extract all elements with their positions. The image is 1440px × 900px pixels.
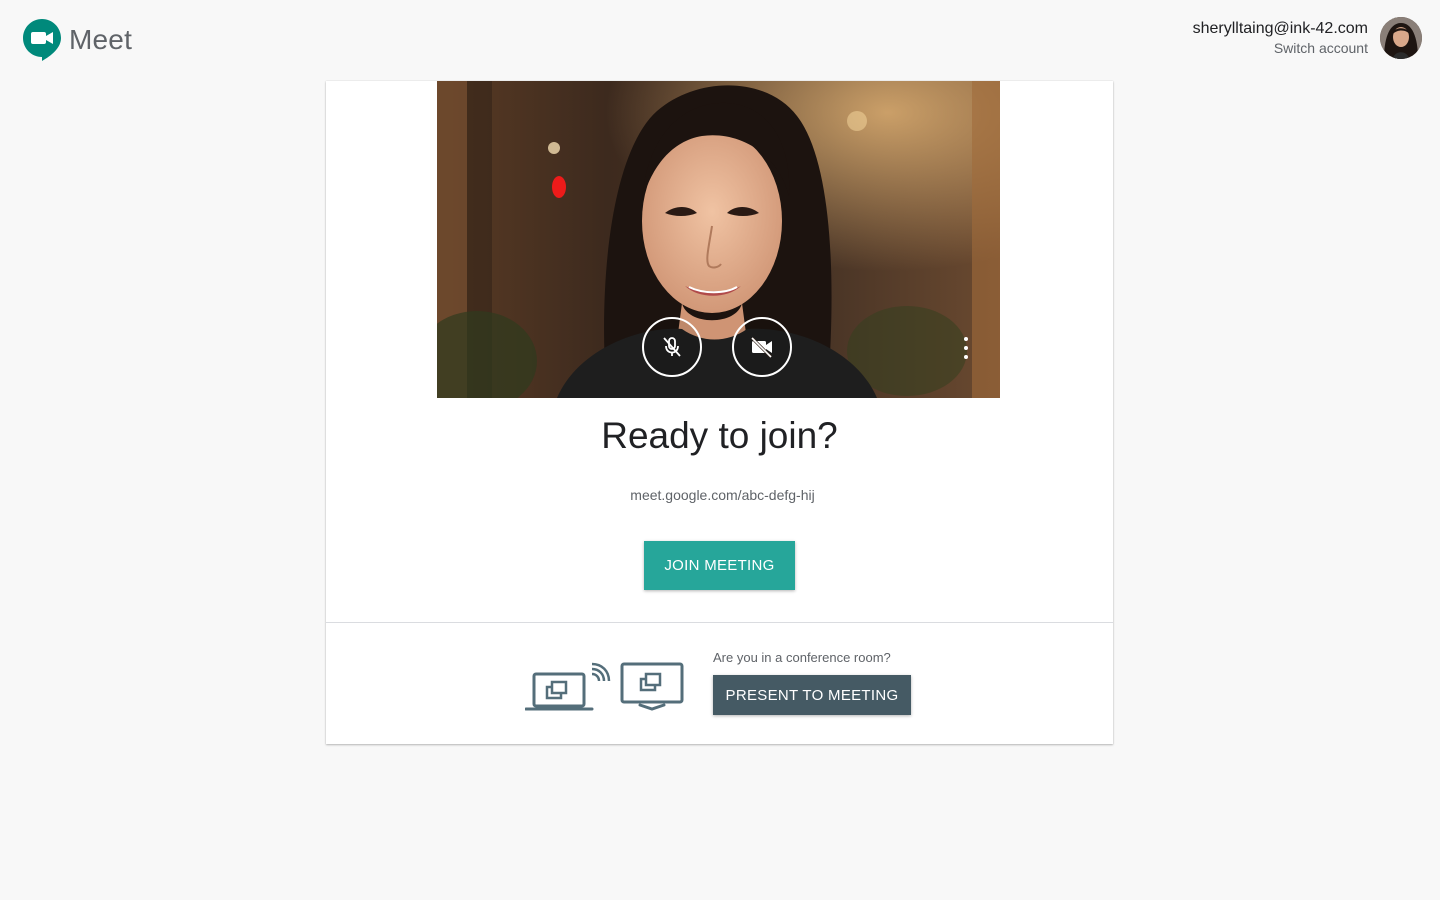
header: Meet sherylltaing@ink-42.com Switch acco…	[0, 0, 1440, 80]
ready-title: Ready to join?	[601, 415, 838, 456]
more-vert-icon	[964, 337, 968, 341]
present-to-meeting-button[interactable]: PRESENT TO MEETING	[713, 675, 911, 715]
videocam-off-icon	[750, 336, 773, 359]
self-view-image	[437, 81, 1000, 398]
app-name: Meet	[69, 24, 133, 55]
account-email: sherylltaing@ink-42.com	[1192, 20, 1368, 37]
conference-room-question: Are you in a conference room?	[713, 650, 891, 665]
more-options-button[interactable]	[958, 337, 974, 359]
avatar[interactable]	[1380, 17, 1422, 59]
meeting-url: meet.google.com/abc-defg-hij	[630, 487, 815, 503]
mic-toggle-button[interactable]	[642, 317, 702, 377]
meet-logo-icon	[23, 19, 61, 61]
camera-toggle-button[interactable]	[732, 317, 792, 377]
join-meeting-button[interactable]: JOIN MEETING	[644, 541, 795, 590]
switch-account-link[interactable]: Switch account	[1193, 39, 1368, 57]
divider	[326, 622, 1113, 623]
account-switcher[interactable]: sherylltaing@ink-42.com Switch account	[1193, 17, 1422, 59]
meet-logo[interactable]: Meet	[23, 19, 132, 61]
video-preview	[437, 81, 1000, 398]
mic-off-icon	[663, 337, 681, 357]
avatar-image	[1380, 17, 1422, 59]
cast-devices-icon	[524, 659, 685, 718]
join-card: Ready to join? meet.google.com/abc-defg-…	[326, 81, 1113, 744]
account-text: sherylltaing@ink-42.com Switch account	[1193, 19, 1368, 57]
